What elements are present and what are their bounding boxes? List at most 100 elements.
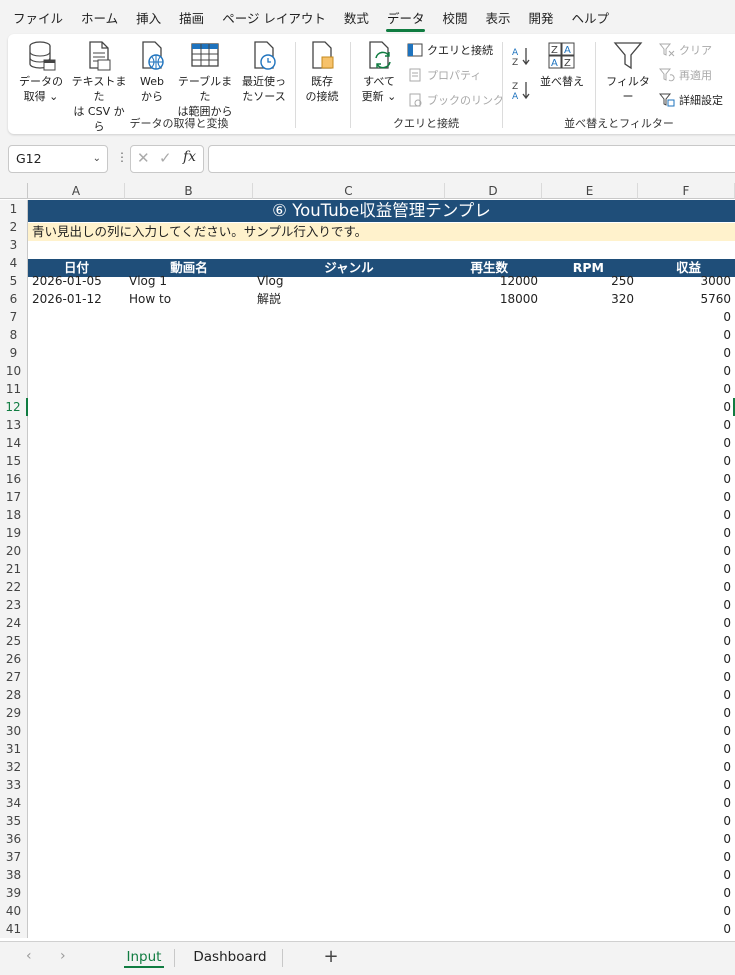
column-header-c[interactable]: C — [253, 183, 445, 199]
row-header-30[interactable]: 30 — [0, 722, 28, 740]
revenue-formula-cell[interactable]: 0 — [638, 542, 735, 560]
revenue-formula-cell[interactable]: 0 — [638, 668, 735, 686]
revenue-formula-cell[interactable]: 0 — [638, 686, 735, 704]
column-header-a[interactable]: A — [28, 183, 125, 199]
table-cell-rpm[interactable]: 320 — [542, 290, 638, 308]
row-header-4[interactable]: 4 — [0, 254, 28, 272]
menu-data[interactable]: データ — [378, 0, 434, 34]
menu-home[interactable]: ホーム — [72, 0, 127, 34]
select-all-corner[interactable] — [0, 183, 28, 199]
refresh-all-button[interactable]: すべて 更新 ⌄ — [357, 40, 401, 104]
revenue-formula-cell[interactable]: 0 — [638, 488, 735, 506]
filter-button[interactable]: フィルター — [601, 40, 655, 104]
row-header-3[interactable]: 3 — [0, 236, 28, 254]
table-cell-rpm[interactable]: 250 — [542, 272, 638, 290]
revenue-formula-cell[interactable]: 0 — [638, 830, 735, 848]
queries-connections-button[interactable]: クエリと接続 — [407, 42, 493, 58]
table-cell-views[interactable]: 12000 — [445, 272, 542, 290]
table-cell-name[interactable]: Vlog 1 — [129, 272, 253, 290]
tab-next-icon[interactable]: › — [60, 948, 66, 964]
row-header-25[interactable]: 25 — [0, 632, 28, 650]
revenue-formula-cell[interactable]: 0 — [638, 524, 735, 542]
revenue-formula-cell[interactable]: 0 — [638, 614, 735, 632]
revenue-formula-cell[interactable]: 0 — [638, 920, 735, 938]
row-header-11[interactable]: 11 — [0, 380, 28, 398]
row-header-29[interactable]: 29 — [0, 704, 28, 722]
revenue-formula-cell[interactable]: 0 — [638, 722, 735, 740]
recent-sources-button[interactable]: 最近使っ たソース — [238, 40, 290, 104]
row-header-18[interactable]: 18 — [0, 506, 28, 524]
table-cell-genre[interactable]: Vlog — [257, 272, 445, 290]
row-header-38[interactable]: 38 — [0, 866, 28, 884]
menu-review[interactable]: 校閲 — [433, 0, 476, 34]
revenue-formula-cell[interactable]: 0 — [638, 308, 735, 326]
table-cell-date[interactable]: 2026-01-05 — [32, 272, 125, 290]
row-header-34[interactable]: 34 — [0, 794, 28, 812]
row-header-20[interactable]: 20 — [0, 542, 28, 560]
revenue-formula-cell[interactable]: 0 — [638, 326, 735, 344]
table-cell-genre[interactable]: 解説 — [257, 290, 445, 308]
revenue-formula-cell[interactable]: 0 — [638, 902, 735, 920]
row-header-6[interactable]: 6 — [0, 290, 28, 308]
table-cell-revenue[interactable]: 5760 — [638, 290, 735, 308]
row-header-8[interactable]: 8 — [0, 326, 28, 344]
sheet-title[interactable]: ⑥ YouTube収益管理テンプレ — [28, 200, 735, 222]
row-header-17[interactable]: 17 — [0, 488, 28, 506]
revenue-formula-cell[interactable]: 0 — [638, 380, 735, 398]
menu-help[interactable]: ヘルプ — [563, 0, 619, 34]
row-header-10[interactable]: 10 — [0, 362, 28, 380]
revenue-formula-cell[interactable]: 0 — [638, 812, 735, 830]
revenue-formula-cell[interactable]: 0 — [638, 884, 735, 902]
menu-draw[interactable]: 描画 — [170, 0, 213, 34]
row-header-28[interactable]: 28 — [0, 686, 28, 704]
row-header-23[interactable]: 23 — [0, 596, 28, 614]
row-header-14[interactable]: 14 — [0, 434, 28, 452]
row-header-27[interactable]: 27 — [0, 668, 28, 686]
row-header-33[interactable]: 33 — [0, 776, 28, 794]
tab-input[interactable]: Input — [116, 942, 172, 972]
add-sheet-button[interactable]: + — [316, 942, 346, 972]
revenue-formula-cell[interactable]: 0 — [638, 578, 735, 596]
tab-prev-icon[interactable]: ‹ — [26, 948, 32, 964]
row-header-36[interactable]: 36 — [0, 830, 28, 848]
column-header-d[interactable]: D — [445, 183, 542, 199]
row-header-41[interactable]: 41 — [0, 920, 28, 938]
chevron-down-icon[interactable]: ⌄ — [93, 146, 101, 172]
from-table-range-button[interactable]: テーブルまた は範囲から — [174, 40, 236, 119]
row-header-26[interactable]: 26 — [0, 650, 28, 668]
revenue-formula-cell[interactable]: 0 — [638, 506, 735, 524]
revenue-formula-cell[interactable]: 0 — [638, 362, 735, 380]
tab-dashboard[interactable]: Dashboard — [184, 942, 276, 972]
menu-insert[interactable]: 挿入 — [127, 0, 170, 34]
cancel-icon[interactable]: ✕ — [137, 149, 150, 167]
edit-links-button[interactable]: ブックのリンク — [407, 92, 504, 108]
sheet-note[interactable]: 青い見出しの列に入力してください。サンプル行入りです。 — [28, 223, 735, 241]
row-header-35[interactable]: 35 — [0, 812, 28, 830]
insert-function-icon[interactable]: fx — [183, 149, 196, 165]
row-header-13[interactable]: 13 — [0, 416, 28, 434]
table-cell-name[interactable]: How to — [129, 290, 253, 308]
revenue-formula-cell[interactable]: 0 — [638, 632, 735, 650]
name-box[interactable]: G12 ⌄ — [8, 145, 108, 173]
column-header-e[interactable]: E — [542, 183, 638, 199]
row-header-39[interactable]: 39 — [0, 884, 28, 902]
revenue-formula-cell[interactable]: 0 — [638, 434, 735, 452]
sort-descending-button[interactable]: Z A — [511, 80, 533, 100]
menu-developer[interactable]: 開発 — [519, 0, 562, 34]
revenue-formula-cell[interactable]: 0 — [638, 560, 735, 578]
menu-file[interactable]: ファイル — [4, 0, 72, 34]
table-cell-views[interactable]: 18000 — [445, 290, 542, 308]
revenue-formula-cell[interactable]: 0 — [638, 866, 735, 884]
row-header-19[interactable]: 19 — [0, 524, 28, 542]
table-cell-date[interactable]: 2026-01-12 — [32, 290, 125, 308]
column-header-f[interactable]: F — [638, 183, 735, 199]
menu-page-layout[interactable]: ページ レイアウト — [213, 0, 335, 34]
revenue-formula-cell[interactable]: 0 — [638, 794, 735, 812]
formula-input[interactable] — [208, 145, 735, 173]
row-header-16[interactable]: 16 — [0, 470, 28, 488]
table-cell-revenue[interactable]: 3000 — [638, 272, 735, 290]
revenue-formula-cell[interactable]: 0 — [638, 740, 735, 758]
column-header-b[interactable]: B — [125, 183, 253, 199]
reapply-button[interactable]: 再適用 — [659, 67, 712, 83]
sort-button[interactable]: Z A A Z 並べ替え — [537, 40, 587, 89]
